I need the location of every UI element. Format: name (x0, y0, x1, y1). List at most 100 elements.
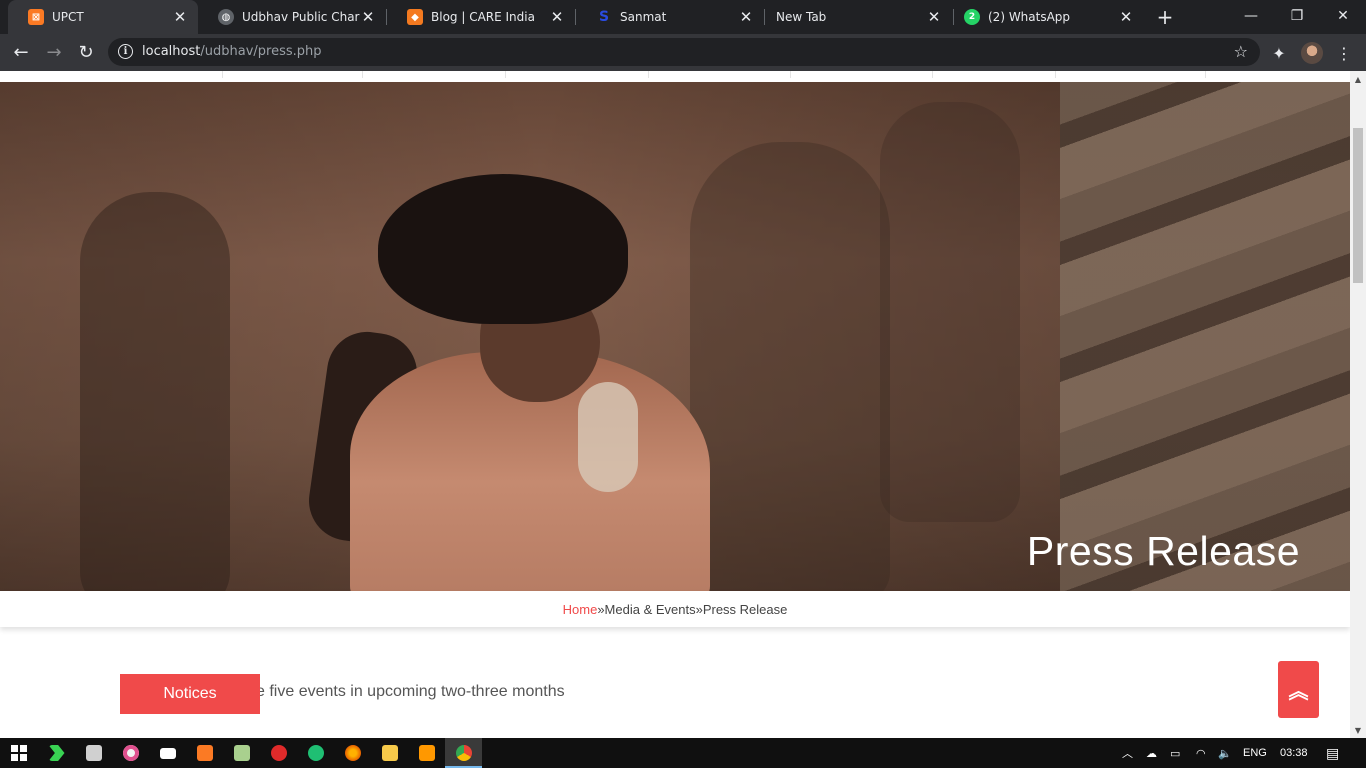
volume-icon[interactable]: 🔈 (1218, 738, 1232, 768)
sublime-text-icon (418, 745, 435, 761)
breadcrumb-current: Press Release (702, 601, 788, 617)
file-explorer-icon (381, 745, 398, 761)
close-tab-icon[interactable]: ✕ (172, 8, 188, 26)
restore-button[interactable]: ❐ (1274, 0, 1320, 32)
taskbar-app[interactable] (112, 738, 149, 768)
start-button[interactable] (0, 738, 37, 768)
tab-upct[interactable]: ⊠ UPCT ✕ (8, 0, 198, 34)
close-tab-icon[interactable]: ✕ (360, 8, 376, 26)
onedrive-icon[interactable]: ☁ (1146, 738, 1157, 768)
mail-icon (159, 747, 176, 759)
language-indicator[interactable]: ENG (1243, 738, 1267, 768)
firefox-icon (344, 745, 361, 761)
double-chevron-up-icon: ︽ (1288, 679, 1309, 703)
taskbar-app[interactable] (149, 738, 186, 768)
tab-new-tab[interactable]: New Tab ✕ (756, 0, 952, 34)
url-path: /udbhav/press.php (200, 44, 322, 59)
globe-icon: ◍ (218, 9, 234, 25)
new-tab-button[interactable]: + (1152, 4, 1178, 30)
video-editor-icon (85, 745, 102, 761)
top-nav-remnant (0, 71, 1350, 82)
tab-care-india[interactable]: ◆ Blog | CARE India ✕ (387, 0, 575, 34)
taskbar-app[interactable] (371, 738, 408, 768)
care-icon: ◆ (407, 9, 423, 25)
clock[interactable]: 03:38 (1280, 738, 1308, 768)
url-host: localhost (142, 44, 201, 59)
browser-menu-icon[interactable]: ⋮ (1334, 42, 1354, 64)
windows-logo-icon (10, 745, 27, 761)
close-tab-icon[interactable]: ✕ (1118, 8, 1134, 26)
red-app-icon (270, 745, 287, 761)
close-tab-icon[interactable]: ✕ (738, 8, 754, 26)
taskbar-app[interactable] (334, 738, 371, 768)
scroll-down-arrow-icon[interactable]: ▼ (1350, 722, 1366, 738)
browser-tabstrip: ⊠ UPCT ✕ ◍ Udbhav Public Charitab ✕ ◆ Bl… (0, 0, 1366, 34)
hero-child-lace (578, 382, 638, 492)
taskbar-app-chrome[interactable] (445, 738, 482, 768)
tab-title: New Tab (776, 10, 827, 24)
breadcrumb-home-link[interactable]: Home (563, 602, 598, 617)
tab-title: UPCT (52, 10, 84, 24)
tab-whatsapp[interactable]: 2 (2) WhatsApp ✕ (944, 0, 1144, 34)
bookmark-star-icon[interactable]: ☆ (1234, 42, 1248, 61)
tab-udbhav[interactable]: ◍ Udbhav Public Charitab ✕ (198, 0, 386, 34)
minimize-button[interactable]: — (1228, 0, 1274, 32)
profile-avatar[interactable] (1301, 42, 1323, 64)
sanmat-icon: S (598, 9, 610, 25)
url-text: localhost/udbhav/press.php (142, 44, 322, 59)
taskbar-app[interactable] (223, 738, 260, 768)
notepad-icon (233, 745, 250, 761)
browser-toolbar: ← → ↻ i localhost/udbhav/press.php ☆ ✦ ⋮ (0, 34, 1366, 71)
breadcrumb-media-events[interactable]: Media & Events (605, 602, 696, 617)
arrow-app-icon (48, 745, 65, 761)
xampp-icon (196, 745, 213, 761)
hero-banner: Press Release (0, 82, 1350, 591)
forward-button[interactable]: → (40, 38, 68, 66)
back-button[interactable]: ← (7, 38, 35, 66)
taskbar-app[interactable] (75, 738, 112, 768)
address-bar[interactable]: i localhost/udbhav/press.php ☆ (108, 38, 1260, 66)
breadcrumb: Home » Media & Events » Press Release (0, 591, 1350, 627)
page-scrollbar[interactable]: ▲ ▼ (1350, 71, 1366, 738)
hero-shadow (690, 142, 890, 591)
taskbar-app[interactable] (408, 738, 445, 768)
tab-title: Udbhav Public Charitab (242, 10, 360, 24)
notice-ticker-text[interactable]: e five events in upcoming two-three mont… (256, 683, 565, 701)
wifi-icon[interactable]: ◠ (1196, 738, 1206, 768)
close-tab-icon[interactable]: ✕ (926, 8, 942, 26)
taskbar-app[interactable] (260, 738, 297, 768)
hero-shadow (80, 192, 230, 591)
page-title: Press Release (1026, 528, 1300, 574)
page-viewport: Press Release Home » Media & Events » Pr… (0, 71, 1350, 738)
taskbar-app[interactable] (38, 738, 75, 768)
close-window-button[interactable]: ✕ (1320, 0, 1366, 32)
scrollbar-thumb[interactable] (1353, 128, 1363, 283)
extensions-puzzle-icon[interactable]: ✦ (1268, 42, 1290, 64)
chrome-icon (455, 745, 472, 761)
upwork-icon (307, 745, 324, 761)
scroll-up-arrow-icon[interactable]: ▲ (1350, 71, 1366, 87)
close-tab-icon[interactable]: ✕ (549, 8, 565, 26)
site-info-icon[interactable]: i (118, 44, 133, 59)
taskbar-app[interactable] (297, 738, 334, 768)
hero-shadow (880, 102, 1020, 522)
breadcrumb-separator: » (597, 601, 605, 617)
tab-title: Blog | CARE India (431, 10, 535, 24)
taskbar-app[interactable] (186, 738, 223, 768)
battery-icon[interactable]: ▭ (1170, 738, 1180, 768)
scroll-to-top-button[interactable]: ︽ (1278, 661, 1319, 718)
tab-title: (2) WhatsApp (988, 10, 1071, 24)
itunes-icon (122, 745, 139, 761)
show-hidden-icons[interactable]: ︿ (1122, 738, 1133, 768)
tab-sanmat[interactable]: S Sanmat ✕ (576, 0, 764, 34)
windows-taskbar: ︿ ☁ ▭ ◠ 🔈 ENG 03:38 ▤ (0, 738, 1366, 768)
notices-button[interactable]: Notices (120, 674, 260, 714)
whatsapp-icon: 2 (964, 9, 980, 25)
notifications-icon[interactable]: ▤ (1326, 738, 1339, 768)
breadcrumb-separator: » (695, 601, 703, 617)
tab-title: Sanmat (620, 10, 667, 24)
hero-child-hair (378, 174, 628, 324)
xampp-icon: ⊠ (28, 9, 44, 25)
reload-button[interactable]: ↻ (72, 38, 100, 66)
hero-steps (1060, 82, 1350, 591)
